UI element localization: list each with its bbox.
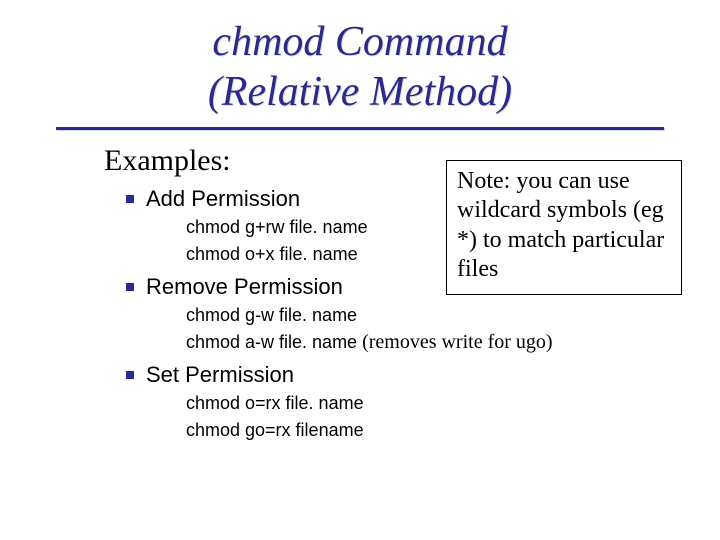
- square-bullet-icon: [126, 283, 134, 291]
- square-bullet-icon: [126, 371, 134, 379]
- note-callout: Note: you can use wildcard symbols (eg *…: [446, 160, 682, 295]
- command-text: chmod o+x file. name: [186, 244, 358, 264]
- command-text: chmod go=rx filename: [186, 420, 364, 440]
- command-line: chmod o=rx file. name: [186, 390, 680, 417]
- command-paren: (removes write for ugo): [357, 331, 553, 353]
- command-list: chmod g-w file. name chmod a-w file. nam…: [186, 302, 680, 356]
- command-text: chmod g+rw file. name: [186, 217, 368, 237]
- command-line: chmod a-w file. name (removes write for …: [186, 329, 680, 356]
- command-text: chmod a-w file. name: [186, 332, 357, 352]
- section-header: Set Permission: [108, 362, 680, 388]
- command-line: chmod go=rx filename: [186, 417, 680, 444]
- slide-title: chmod Command (Relative Method): [0, 0, 720, 121]
- command-text: chmod g-w file. name: [186, 305, 357, 325]
- section-set-permission: Set Permission chmod o=rx file. name chm…: [108, 362, 680, 444]
- title-line-2: (Relative Method): [208, 69, 512, 115]
- slide: chmod Command (Relative Method) Examples…: [0, 0, 720, 540]
- command-list: chmod o=rx file. name chmod go=rx filena…: [186, 390, 680, 444]
- command-text: chmod o=rx file. name: [186, 393, 364, 413]
- section-title: Add Permission: [146, 186, 300, 212]
- section-title: Remove Permission: [146, 274, 343, 300]
- command-line: chmod g-w file. name: [186, 302, 680, 329]
- title-line-1: chmod Command: [212, 19, 507, 65]
- square-bullet-icon: [126, 195, 134, 203]
- section-title: Set Permission: [146, 362, 294, 388]
